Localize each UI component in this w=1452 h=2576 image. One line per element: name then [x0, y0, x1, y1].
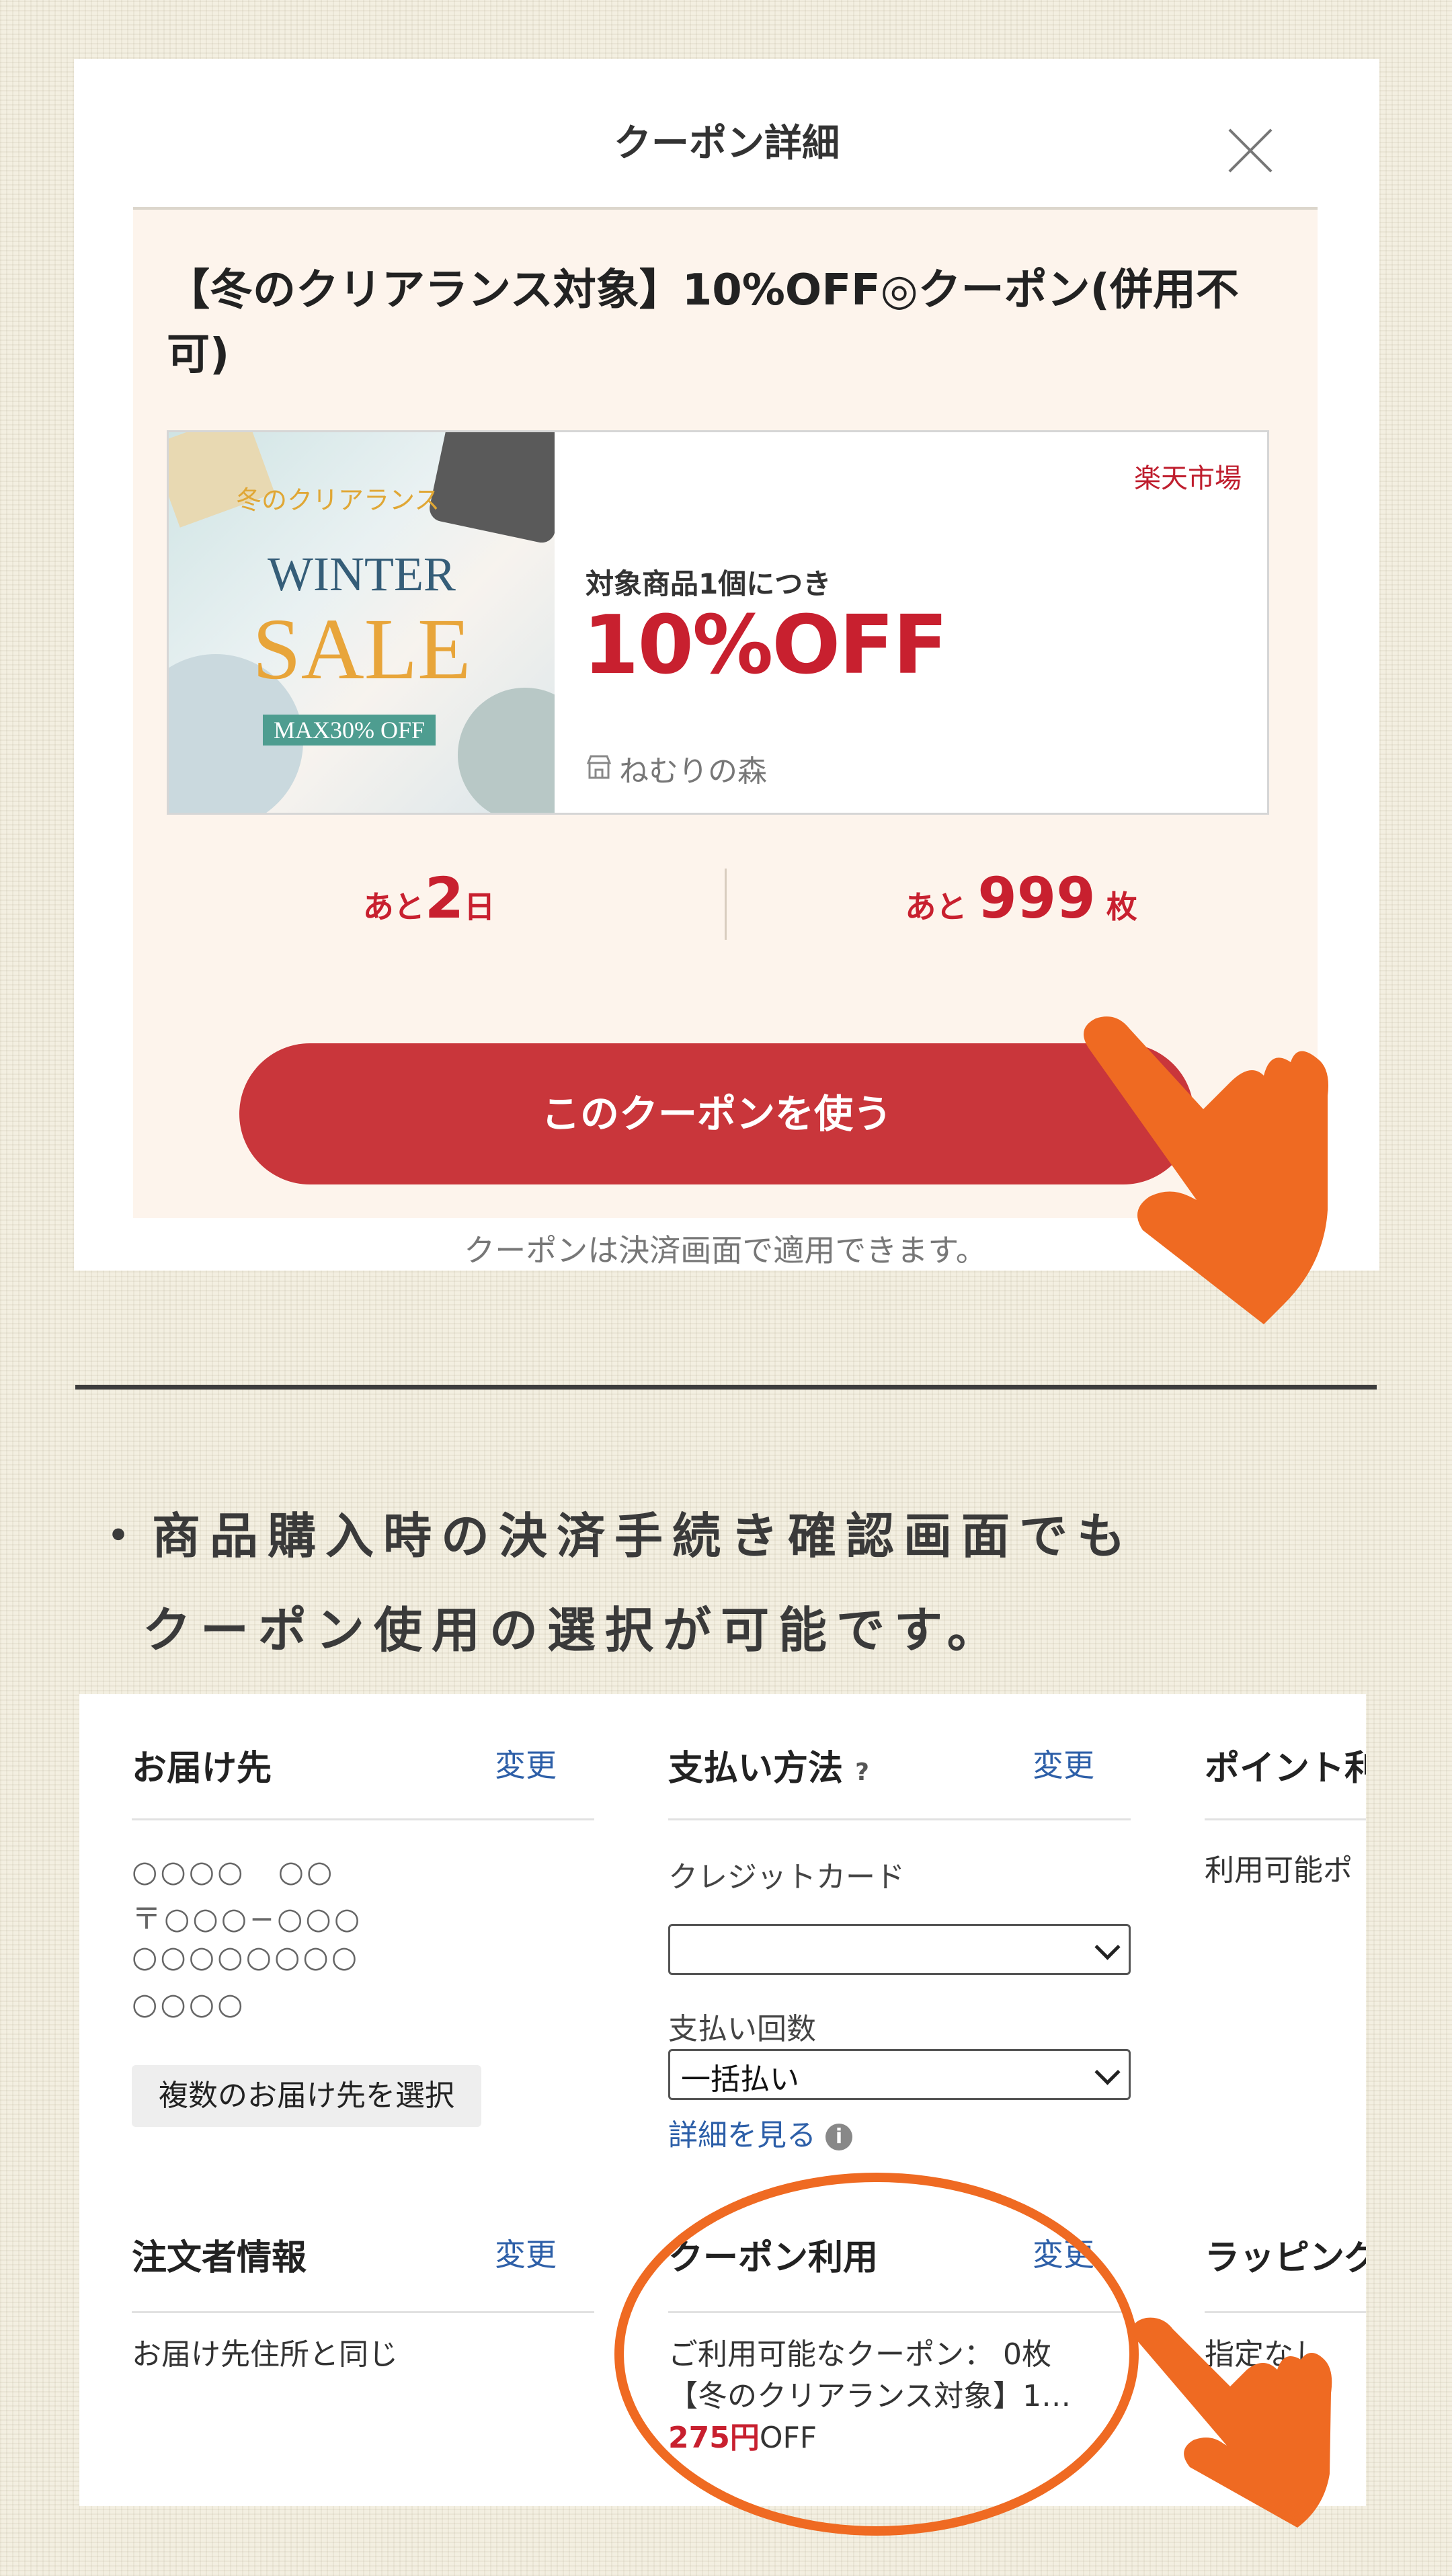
chevron-down-icon — [1094, 1934, 1121, 1960]
description-line-2: クーポン使用の選択が可能です。 — [143, 1602, 1005, 1658]
points-text: 利用可能ポ — [1205, 1853, 1353, 1888]
days-remaining: あと2日 — [133, 865, 725, 931]
modal-title: クーポン詳細 — [614, 122, 840, 165]
delivery-name: ○○○○ ○○ — [132, 1855, 335, 1889]
chevron-down-icon — [1094, 2059, 1121, 2085]
delivery-postal: 〒○○○−○○○ — [132, 1902, 363, 1936]
payment-change-link[interactable]: 変更 — [1033, 1741, 1094, 1785]
orderer-divider — [132, 2311, 594, 2313]
delivery-divider — [132, 1818, 594, 1820]
shop-name: ねむりの森 — [619, 754, 767, 789]
pointing-hand-icon — [1084, 1016, 1328, 1324]
details-link-text: 詳細を見る — [668, 2118, 816, 2152]
payment-title: 支払い方法 ? — [668, 1740, 869, 1790]
banner-winter-text: WINTER — [268, 547, 456, 601]
info-icon: i — [825, 2124, 852, 2150]
pointing-hand-icon — [1133, 2317, 1332, 2528]
payment-method: クレジットカード — [668, 1860, 905, 1894]
details-link[interactable]: 詳細を見る i — [668, 2111, 852, 2154]
brand-label: 楽天市場 — [1134, 463, 1242, 494]
coupon-title: 【冬のクリアランス対象】10%OFF◎クーポン(併用不可) — [167, 266, 1239, 380]
installments-value: 一括払い — [681, 2062, 799, 2097]
banner-decoration — [427, 432, 555, 545]
description-text: ・商品購入時の決済手続き確認画面でも クーポン使用の選択が可能です。 — [94, 1489, 1135, 1677]
installments-select[interactable]: 一括払い — [668, 2049, 1131, 2100]
help-icon[interactable]: ? — [855, 1759, 869, 1786]
banner-badge: MAX30% OFF — [263, 715, 436, 746]
close-icon[interactable] — [1217, 113, 1284, 180]
coupon-card: 冬のクリアランス WINTER SALE MAX30% OFF 楽天市場 対象商… — [167, 430, 1269, 815]
use-coupon-button[interactable]: このクーポンを使う — [239, 1043, 1194, 1184]
days-suffix: 日 — [464, 889, 495, 925]
banner-sale-text: SALE — [252, 601, 471, 698]
section-divider — [75, 1385, 1377, 1390]
delivery-change-link[interactable]: 変更 — [495, 1741, 557, 1785]
delivery-title: お届け先 — [132, 1748, 272, 1789]
coupon-condition: 対象商品1個につき — [586, 567, 832, 600]
highlight-oval — [614, 2173, 1139, 2536]
points-title: ポイント利 — [1205, 1748, 1366, 1789]
points-divider — [1205, 1818, 1366, 1820]
count-prefix: あと — [905, 889, 967, 925]
shop-icon — [586, 755, 612, 779]
orderer-text: お届け先住所と同じ — [132, 2337, 398, 2372]
delivery-address: ○○○○○○○○ — [132, 1940, 360, 1974]
banner-top-text: 冬のクリアランス — [236, 485, 440, 515]
banner-decoration — [458, 688, 555, 813]
delivery-address-2: ○○○○ — [132, 1987, 246, 2021]
count-value: 999 — [977, 865, 1096, 931]
payment-divider — [668, 1818, 1131, 1820]
installments-label: 支払い回数 — [668, 2012, 816, 2046]
coupon-discount: 10%OFF — [583, 599, 948, 692]
payment-title-text: 支払い方法 — [668, 1748, 844, 1789]
days-prefix: あと — [362, 889, 425, 925]
coupons-remaining: あと 999 枚 — [725, 865, 1318, 931]
count-suffix: 枚 — [1106, 889, 1137, 925]
card-select[interactable] — [668, 1924, 1131, 1975]
wrapping-title: ラッピング — [1205, 2238, 1366, 2278]
coupon-banner-image: 冬のクリアランス WINTER SALE MAX30% OFF — [169, 432, 555, 813]
orderer-change-link[interactable]: 変更 — [495, 2230, 557, 2275]
days-value: 2 — [424, 865, 465, 931]
orderer-title: 注文者情報 — [132, 2238, 307, 2278]
multiple-delivery-button[interactable]: 複数のお届け先を選択 — [132, 2065, 481, 2127]
description-line-1: ・商品購入時の決済手続き確認画面でも — [94, 1508, 1135, 1564]
